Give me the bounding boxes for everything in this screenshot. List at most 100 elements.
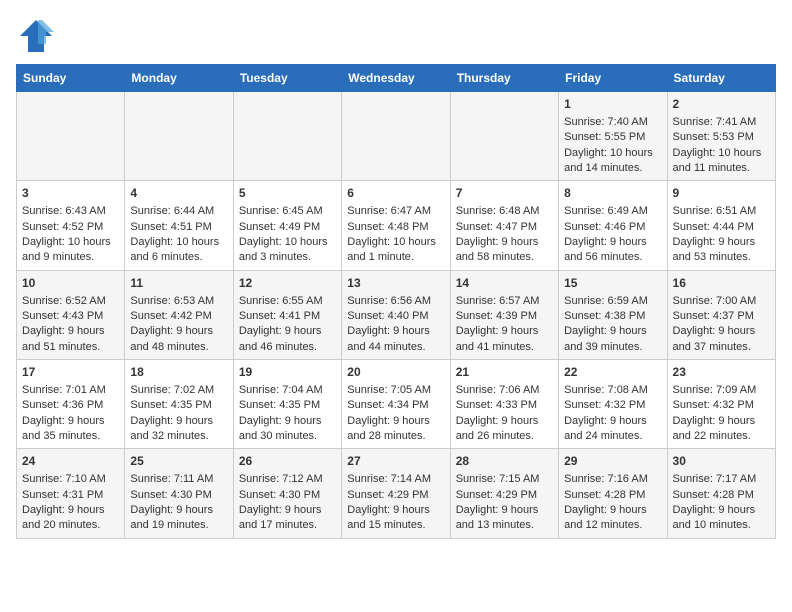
calendar-day-cell: 19 Sunrise: 7:04 AMSunset: 4:35 PMDayligh… bbox=[233, 360, 341, 449]
day-info: Sunrise: 7:41 AM bbox=[673, 115, 770, 130]
day-info: Sunrise: 6:49 AM bbox=[564, 204, 661, 219]
day-info: Sunrise: 6:44 AM bbox=[130, 204, 227, 219]
day-info: Sunset: 4:28 PM bbox=[564, 488, 661, 503]
day-info: Sunrise: 7:14 AM bbox=[347, 472, 444, 487]
day-info: Daylight: 9 hours and 20 minutes. bbox=[22, 503, 119, 534]
day-info: Sunrise: 7:15 AM bbox=[456, 472, 553, 487]
day-of-week-header: Sunday bbox=[17, 65, 125, 92]
day-info: Sunset: 4:31 PM bbox=[22, 488, 119, 503]
day-info: Sunset: 5:53 PM bbox=[673, 130, 770, 145]
day-info: Daylight: 9 hours and 35 minutes. bbox=[22, 414, 119, 445]
calendar-day-cell: 9Sunrise: 6:51 AMSunset: 4:44 PMDaylight… bbox=[667, 181, 775, 270]
day-of-week-header: Tuesday bbox=[233, 65, 341, 92]
calendar-day-cell: 17 Sunrise: 7:01 AMSunset: 4:36 PMDayligh… bbox=[17, 360, 125, 449]
calendar-day-cell: 10 Sunrise: 6:52 AMSunset: 4:43 PMDayligh… bbox=[17, 270, 125, 359]
day-info: Sunset: 4:44 PM bbox=[673, 220, 770, 235]
day-info: Sunset: 4:43 PM bbox=[22, 309, 119, 324]
day-info: Sunset: 4:49 PM bbox=[239, 220, 336, 235]
logo-icon bbox=[16, 16, 56, 56]
day-number: 23 bbox=[673, 364, 770, 381]
day-info: Daylight: 9 hours and 28 minutes. bbox=[347, 414, 444, 445]
calendar-week-row: 1Sunrise: 7:40 AMSunset: 5:55 PMDaylight… bbox=[17, 92, 776, 181]
day-info: Daylight: 10 hours and 11 minutes. bbox=[673, 146, 770, 177]
day-number: 25 bbox=[130, 453, 227, 470]
day-number: 9 bbox=[673, 185, 770, 202]
day-info: Daylight: 9 hours and 10 minutes. bbox=[673, 503, 770, 534]
day-info: Sunrise: 6:43 AM bbox=[22, 204, 119, 219]
day-info: Sunrise: 7:02 AM bbox=[130, 383, 227, 398]
day-info: Sunset: 4:28 PM bbox=[673, 488, 770, 503]
day-info: Daylight: 9 hours and 56 minutes. bbox=[564, 235, 661, 266]
day-info: Daylight: 9 hours and 26 minutes. bbox=[456, 414, 553, 445]
day-info: Daylight: 10 hours and 6 minutes. bbox=[130, 235, 227, 266]
day-info: Sunrise: 6:52 AM bbox=[22, 294, 119, 309]
day-info: Sunset: 4:30 PM bbox=[130, 488, 227, 503]
day-number: 15 bbox=[564, 275, 661, 292]
day-info: Sunrise: 6:48 AM bbox=[456, 204, 553, 219]
day-number: 7 bbox=[456, 185, 553, 202]
day-info: Sunset: 4:41 PM bbox=[239, 309, 336, 324]
day-info: Sunrise: 7:40 AM bbox=[564, 115, 661, 130]
day-info: Sunset: 4:38 PM bbox=[564, 309, 661, 324]
day-number: 13 bbox=[347, 275, 444, 292]
header bbox=[16, 16, 776, 56]
day-of-week-header: Saturday bbox=[667, 65, 775, 92]
calendar-header-row: SundayMondayTuesdayWednesdayThursdayFrid… bbox=[17, 65, 776, 92]
day-info: Sunset: 4:29 PM bbox=[456, 488, 553, 503]
calendar-day-cell: 12Sunrise: 6:55 AMSunset: 4:41 PMDayligh… bbox=[233, 270, 341, 359]
day-info: Sunrise: 7:04 AM bbox=[239, 383, 336, 398]
calendar-day-cell: 25 Sunrise: 7:11 AMSunset: 4:30 PMDayligh… bbox=[125, 449, 233, 538]
day-number: 19 bbox=[239, 364, 336, 381]
calendar-day-cell: 21Sunrise: 7:06 AMSunset: 4:33 PMDayligh… bbox=[450, 360, 558, 449]
day-info: Sunrise: 7:00 AM bbox=[673, 294, 770, 309]
day-info: Daylight: 9 hours and 44 minutes. bbox=[347, 324, 444, 355]
calendar-day-cell: 16Sunrise: 7:00 AMSunset: 4:37 PMDayligh… bbox=[667, 270, 775, 359]
day-info: Daylight: 9 hours and 15 minutes. bbox=[347, 503, 444, 534]
calendar-day-cell: 20Sunrise: 7:05 AMSunset: 4:34 PMDayligh… bbox=[342, 360, 450, 449]
day-info: Daylight: 10 hours and 9 minutes. bbox=[22, 235, 119, 266]
day-info: Sunrise: 7:11 AM bbox=[130, 472, 227, 487]
day-number: 14 bbox=[456, 275, 553, 292]
day-info: Sunrise: 7:16 AM bbox=[564, 472, 661, 487]
day-number: 27 bbox=[347, 453, 444, 470]
calendar-day-cell: 18Sunrise: 7:02 AMSunset: 4:35 PMDayligh… bbox=[125, 360, 233, 449]
day-info: Daylight: 9 hours and 41 minutes. bbox=[456, 324, 553, 355]
calendar-day-cell: 11Sunrise: 6:53 AMSunset: 4:42 PMDayligh… bbox=[125, 270, 233, 359]
day-info: Sunset: 4:47 PM bbox=[456, 220, 553, 235]
day-info: Daylight: 9 hours and 22 minutes. bbox=[673, 414, 770, 445]
calendar-day-cell: 23Sunrise: 7:09 AMSunset: 4:32 PMDayligh… bbox=[667, 360, 775, 449]
day-info: Daylight: 9 hours and 30 minutes. bbox=[239, 414, 336, 445]
day-number: 10 bbox=[22, 275, 119, 292]
day-info: Sunrise: 6:53 AM bbox=[130, 294, 227, 309]
calendar-body: 1Sunrise: 7:40 AMSunset: 5:55 PMDaylight… bbox=[17, 92, 776, 539]
day-info: Sunrise: 7:01 AM bbox=[22, 383, 119, 398]
day-info: Sunset: 4:36 PM bbox=[22, 398, 119, 413]
day-number: 18 bbox=[130, 364, 227, 381]
calendar-day-cell bbox=[125, 92, 233, 181]
day-number: 5 bbox=[239, 185, 336, 202]
day-number: 17 bbox=[22, 364, 119, 381]
calendar-table: SundayMondayTuesdayWednesdayThursdayFrid… bbox=[16, 64, 776, 539]
day-info: Daylight: 9 hours and 19 minutes. bbox=[130, 503, 227, 534]
day-info: Sunset: 4:46 PM bbox=[564, 220, 661, 235]
day-info: Sunset: 4:52 PM bbox=[22, 220, 119, 235]
day-number: 8 bbox=[564, 185, 661, 202]
calendar-day-cell: 13Sunrise: 6:56 AMSunset: 4:40 PMDayligh… bbox=[342, 270, 450, 359]
day-info: Sunset: 4:32 PM bbox=[564, 398, 661, 413]
calendar-week-row: 17Sunrise: 7:01 AMSunset: 4:36 PMDayligh… bbox=[17, 360, 776, 449]
day-info: Daylight: 9 hours and 53 minutes. bbox=[673, 235, 770, 266]
calendar-day-cell: 4Sunrise: 6:44 AMSunset: 4:51 PMDaylight… bbox=[125, 181, 233, 270]
day-info: Sunrise: 7:05 AM bbox=[347, 383, 444, 398]
day-info: Daylight: 9 hours and 48 minutes. bbox=[130, 324, 227, 355]
day-info: Sunset: 4:35 PM bbox=[239, 398, 336, 413]
day-info: Sunset: 4:33 PM bbox=[456, 398, 553, 413]
day-info: Daylight: 10 hours and 14 minutes. bbox=[564, 146, 661, 177]
calendar-day-cell: 2Sunrise: 7:41 AMSunset: 5:53 PMDaylight… bbox=[667, 92, 775, 181]
day-info: Sunrise: 6:56 AM bbox=[347, 294, 444, 309]
day-info: Sunset: 4:39 PM bbox=[456, 309, 553, 324]
day-number: 29 bbox=[564, 453, 661, 470]
day-info: Daylight: 9 hours and 51 minutes. bbox=[22, 324, 119, 355]
day-info: Sunset: 4:42 PM bbox=[130, 309, 227, 324]
day-info: Sunrise: 7:09 AM bbox=[673, 383, 770, 398]
day-number: 1 bbox=[564, 96, 661, 113]
